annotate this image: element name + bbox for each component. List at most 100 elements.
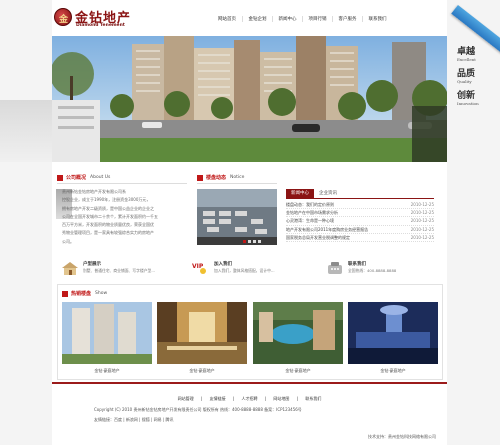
news-item[interactable]: 心灵港湾：生命是一种心境 2010-12-25 [286,217,434,226]
slogan-1: 卓越 Excellent [457,44,476,62]
hot-listing-2[interactable] [157,302,247,364]
news-section-title: 楼盘动态 Notice [197,174,244,181]
main-nav: 网站首页 金钻企划 新闻中心 项目行销 客户服务 联系我们 [212,16,392,22]
hot-title-cn[interactable]: 热销楼盘 [71,290,91,297]
service-floor-plans[interactable]: 户型展示 别墅、普通住宅、商业铺面、写字楼户型... [60,257,155,278]
slogan-1-en: Excellent [457,57,476,62]
logo-icon[interactable]: 金 [54,8,72,26]
slogan-3-cn: 创新 [457,91,476,101]
about-line: 贵州新钻金钻房地产开发有限公司系 [62,189,126,194]
about-divider [57,183,187,184]
footer-link-admin[interactable]: 网站管理 [178,396,194,401]
about-line: 控股企业，成立于1990年，注册资金3000万元， [62,197,151,203]
about-line: 公司在全国开发城市二十余个，累计开发面积约一千五 [62,213,158,219]
service-title: 户型展示 [83,262,101,267]
news-item[interactable]: 金钻地产在中国市场需求分析 2010-12-25 [286,209,434,218]
footer-separator: | [296,396,299,401]
news-title-cn[interactable]: 楼盘动态 [206,174,226,181]
news-tab-underline [286,198,434,199]
news-item-date: 2010-12-25 [410,226,434,232]
service-desc: 全国热线：400-8888-8888 [348,268,397,273]
news-item-date: 2010-12-25 [410,234,434,240]
footer-separator: | [264,396,267,401]
tech-support[interactable]: 技术支持：贵州金钻科技网络有限公司 [368,434,436,440]
news-thumbnail-image [197,189,277,245]
news-item-title[interactable]: 地产开发有限公司2011年度购房业务经营报告 [286,226,368,233]
news-divider [197,183,277,184]
banner-left-strip [0,100,52,162]
about-line: 秀物业管理项目，是一家具有较强综合实力的房地产 [62,230,154,236]
hot-listing-3[interactable] [253,302,343,364]
slogan-3: 创新 Innovation [457,88,479,106]
house-icon [60,260,80,276]
about-text: 贵州新钻金钻房地产开发有限公司系 控股企业，成立于1990年，注册资金3000万… [62,188,186,246]
about-section-title: 公司概况 About Us [57,174,110,181]
footer-friend-links[interactable]: 友情链接：百度 | 新浪网 | 搜狐 | 网易 | 腾讯 [94,417,174,423]
about-title-cn[interactable]: 公司概况 [66,174,86,181]
news-item-date: 2010-12-25 [410,210,434,216]
about-title-marker [57,174,63,181]
nav-item-projects[interactable]: 项目行销 [302,16,332,22]
hot-listing-4[interactable] [348,302,438,364]
news-item[interactable]: 楼盘动态：我们的定价原则 2010-12-25 [286,201,434,210]
service-desc: 别墅、普通住宅、商业铺面、写字楼户型... [83,268,155,273]
news-list: 楼盘动态：我们的定价原则 2010-12-25 金钻地产在中国市场需求分析 2010… [286,201,434,242]
news-item-date: 2010-12-25 [410,202,434,207]
footer-links: 网站管理 | 友情链接 | 人才招聘 | 网站地图 | 联系我们 [52,396,447,402]
logo-subtitle: Diamond Tenement [76,23,125,28]
about-line: 拥有房地产开发二级资质，是中国公益企业的企业之 [62,205,154,211]
footer-link-contact[interactable]: 联系我们 [305,396,321,401]
hero-banner [52,36,447,162]
slogan-2: 品质 Quality [457,66,475,84]
footer-link-jobs[interactable]: 人才招聘 [242,396,258,401]
news-title-marker [197,174,203,181]
news-item-title[interactable]: 心灵港湾：生命是一种心境 [286,217,334,224]
news-item-date: 2010-12-25 [410,218,434,224]
news-item[interactable]: 地产开发有限公司2011年度购房业务经营报告 2010-12-25 [286,226,434,234]
about-line: 公司。 [62,238,74,244]
news-item-title[interactable]: 国家税务总局开发营业税调整的规定 [286,234,350,241]
news-item[interactable]: 国家税务总局开发营业税调整的规定 2010-12-25 [286,234,434,242]
service-contact[interactable]: 联系我们 全国热线：400-8888-8888 [325,257,396,278]
about-line: 百万平方米，开发面积的物业质量优良，荣获全国优 [62,222,154,228]
hot-section-title: 热销楼盘 Show [62,290,107,297]
nav-item-contact[interactable]: 联系我们 [362,16,392,22]
service-desc: 加入我们，整体风格搭配，设计中... [214,268,275,273]
nav-item-home[interactable]: 网站首页 [212,16,242,22]
footer-separator: | [232,396,235,401]
hot-listing-1[interactable] [62,302,152,364]
footer-copyright: Copyright (C) 2010 贵州新钻金钻房地产开发有限责任公司 版权所… [94,407,302,412]
footer-divider [52,382,447,384]
news-item-title[interactable]: 金钻地产在中国市场需求分析 [286,209,338,216]
footer-separator: | [200,396,203,401]
logo-mark-text: 金 [59,15,69,25]
slogan-3-en: Innovation [457,101,479,106]
hot-listing-1-caption[interactable]: 金钻·豪庭地产 [62,368,152,374]
service-join-us[interactable]: VIP 加入我们 加入我们，整体风格搭配，设计中... [191,257,275,278]
tab-news-center[interactable]: 新闻中心 [286,189,314,198]
vip-icon: VIP [191,260,211,276]
news-thumbnail[interactable] [197,189,277,245]
footer-link-friends[interactable]: 友情链接 [210,396,226,401]
tab-company-news[interactable]: 企业资讯 [314,189,342,198]
news-item-title[interactable]: 楼盘动态：我们的定价原则 [286,201,334,208]
nav-item-planning[interactable]: 金钻企划 [242,16,272,22]
nav-item-service[interactable]: 客户服务 [332,16,362,22]
hot-title-marker [62,290,68,297]
service-title: 加入我们 [214,262,232,267]
footer-link-sitemap[interactable]: 网站地图 [273,396,289,401]
news-title-en: Notice [230,175,245,180]
slogan-1-cn: 卓越 [457,47,476,57]
hot-listing-3-caption[interactable]: 金钻·豪庭地产 [253,368,343,374]
phone-icon [325,260,345,276]
hot-listing-4-caption[interactable]: 金钻·豪庭地产 [348,368,438,374]
hero-banner-image [52,36,447,162]
nav-item-news[interactable]: 新闻中心 [272,16,302,22]
page-side-left [0,0,52,445]
about-title-en: About Us [90,175,111,180]
news-tabs: 新闻中心 企业资讯 [286,189,342,198]
slogan-2-en: Quality [457,79,472,84]
service-title: 联系我们 [348,262,366,267]
hot-title-en: Show [95,291,108,296]
hot-listing-2-caption[interactable]: 金钻·豪庭地产 [157,368,247,374]
